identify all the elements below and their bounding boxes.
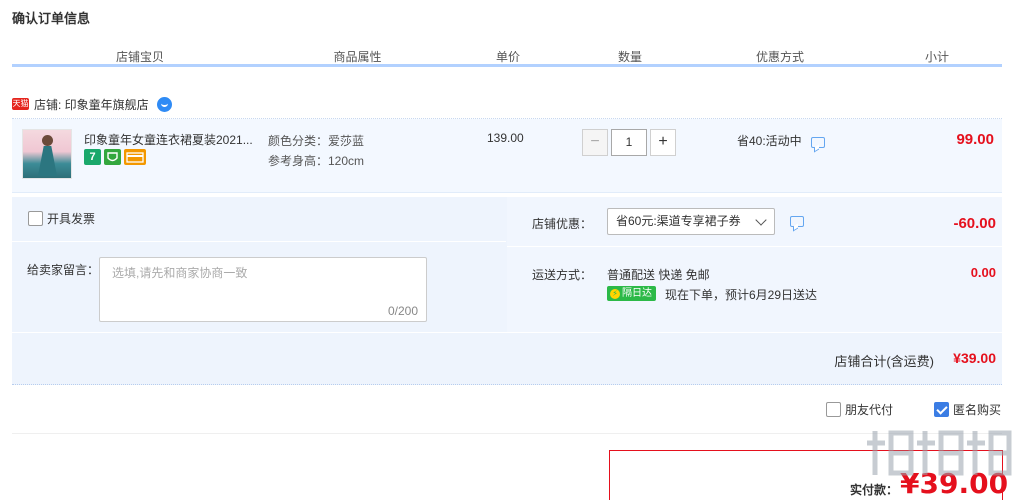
attr-color: 颜色分类：爱莎蓝: [268, 134, 365, 148]
shipping-method: 普通配送 快递 免邮: [607, 268, 710, 282]
options-right: 店铺优惠： 省60元:渠道专享裙子券 -60.00 运送方式： 普通配送 快递 …: [507, 197, 1002, 332]
coupon-selected-value: 省60元:渠道专享裙子券: [616, 214, 741, 228]
product-title-link[interactable]: 印象童年女童连衣裙夏装2021...: [84, 131, 262, 148]
options-left: 开具发票 给卖家留言： 0/200: [12, 197, 506, 332]
header-underline: [12, 64, 1002, 67]
shop-name-link[interactable]: 店铺: 印象童年旗舰店: [34, 96, 149, 113]
next-day-badge: ⚡ 隔日达: [607, 286, 656, 301]
quantity-increase-button[interactable]: +: [650, 129, 676, 156]
quantity-stepper: − 1 +: [582, 129, 676, 156]
order-options-panel: 开具发票 给卖家留言： 0/200 店铺优惠： 省60元:渠道专享裙子券 -60…: [12, 197, 1002, 332]
header-subtotal: 小计: [924, 50, 949, 64]
header-shop-item: 店铺宝贝: [115, 50, 164, 64]
friend-pay-checkbox[interactable]: [826, 402, 841, 417]
quantity-input[interactable]: 1: [611, 129, 647, 156]
promotion-text: 省40:活动中: [737, 134, 802, 148]
order-item-row: 印象童年女童连衣裙夏装2021... 7 颜色分类：爱莎蓝 参考身高：120cm…: [12, 119, 1002, 193]
promotion-info-icon[interactable]: [811, 137, 825, 148]
divider: [12, 433, 1002, 434]
shop-total-row: 店铺合计(含运费) ¥39.00: [12, 333, 1002, 385]
shop-total-value: ¥39.00: [953, 350, 996, 366]
card-icon[interactable]: [124, 149, 146, 165]
header-attributes: 商品属性: [333, 50, 382, 64]
friend-pay-label: 朋友代付: [845, 403, 894, 417]
coupon-select[interactable]: 省60元:渠道专享裙子券: [607, 208, 775, 235]
invoice-option[interactable]: 开具发票: [28, 210, 95, 227]
divider: [12, 241, 506, 242]
shop-discount-label: 店铺优惠：: [532, 217, 593, 231]
friend-pay-option[interactable]: 朋友代付: [826, 401, 893, 418]
anonymous-buy-label: 匿名购买: [953, 403, 1002, 417]
next-day-badge-text: 隔日达: [622, 288, 652, 299]
anonymous-buy-checkbox[interactable]: [934, 402, 949, 417]
shipping-fee: 0.00: [970, 265, 996, 280]
message-char-count: 0/200: [387, 304, 418, 318]
item-subtotal: 99.00: [956, 131, 994, 148]
seven-day-return-icon[interactable]: 7: [84, 149, 101, 165]
product-thumbnail[interactable]: [22, 129, 72, 179]
seller-message-input[interactable]: [100, 258, 426, 302]
coupon-info-icon[interactable]: [790, 216, 804, 227]
service-icons: 7: [84, 149, 146, 165]
shop-total-label: 店铺合计(含运费): [834, 354, 934, 369]
lightning-icon: ⚡: [610, 288, 620, 299]
anonymous-buy-option[interactable]: 匿名购买: [934, 401, 1001, 418]
header-unit-price: 单价: [495, 50, 520, 64]
invoice-checkbox[interactable]: [28, 211, 43, 226]
watermark-logo: [867, 430, 1012, 476]
contact-seller-icon[interactable]: [156, 96, 172, 112]
shipping-label: 运送方式：: [532, 268, 593, 282]
shipping-eta: 现在下单，预计6月29日送达: [665, 288, 818, 302]
seller-message-label: 给卖家留言：: [27, 263, 100, 277]
thumbnail-head: [42, 135, 53, 146]
unit-price: 139.00: [487, 131, 524, 145]
thumbnail-dress: [38, 146, 57, 176]
shield-icon[interactable]: [104, 149, 121, 165]
tmall-icon: 天猫: [12, 98, 29, 110]
chevron-down-icon: [755, 214, 767, 226]
quantity-decrease-button[interactable]: −: [582, 129, 608, 156]
attr-height: 参考身高：120cm: [268, 154, 365, 168]
invoice-label: 开具发票: [47, 212, 96, 226]
shop-discount-amount: -60.00: [953, 215, 996, 232]
shop-row: 天猫 店铺: 印象童年旗舰店: [12, 95, 172, 113]
seller-message-box: 0/200: [99, 257, 427, 322]
header-quantity: 数量: [617, 50, 642, 64]
page-title: 确认订单信息: [12, 11, 91, 26]
header-promotion: 优惠方式: [755, 50, 804, 64]
divider: [507, 246, 1002, 247]
